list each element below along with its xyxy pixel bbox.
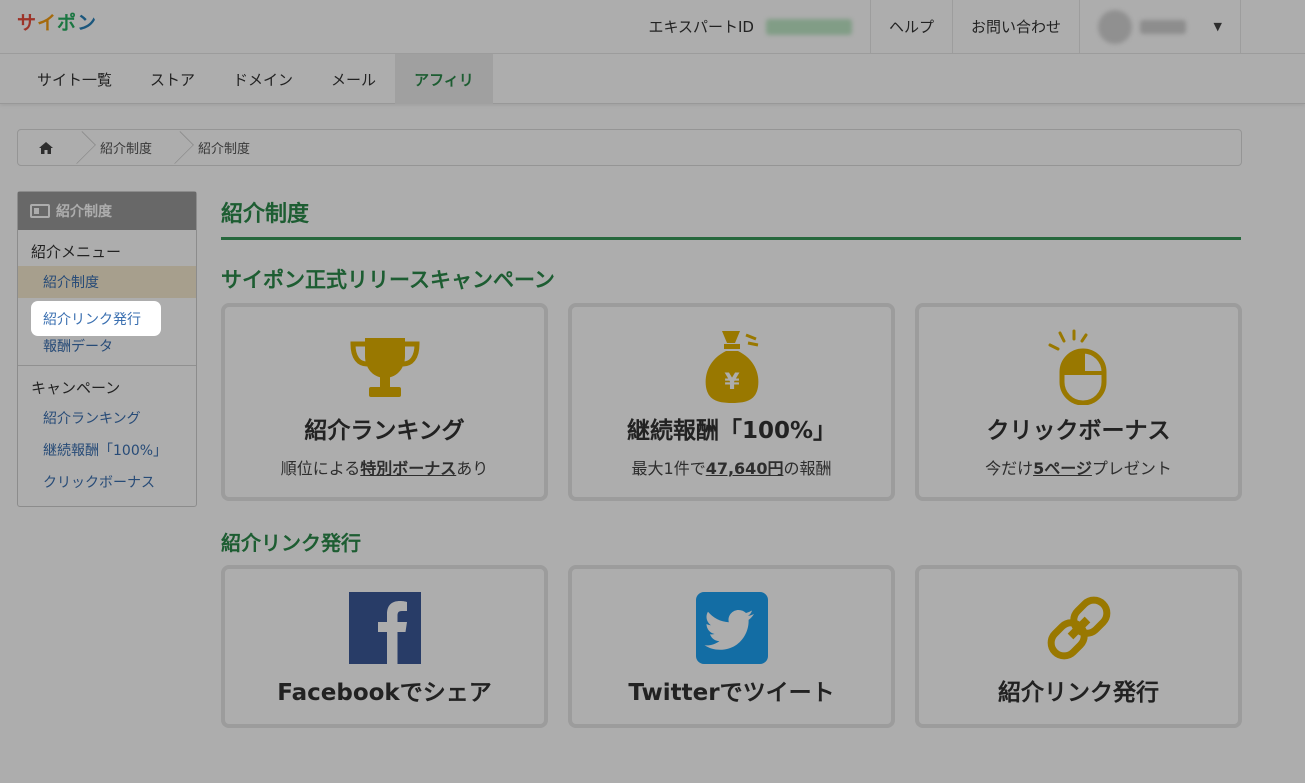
tab-domain[interactable]: ドメイン xyxy=(214,54,312,104)
expert-id-label: エキスパートID xyxy=(648,18,754,36)
title-divider xyxy=(221,237,1241,240)
sidebar-section-title: キャンペーン xyxy=(31,378,121,397)
facebook-share-card[interactable]: Facebookでシェア xyxy=(221,565,548,728)
money-bag-icon: ¥ xyxy=(705,331,758,403)
help-link[interactable]: ヘルプ xyxy=(869,0,952,53)
sidebar: 紹介制度 紹介メニュー 紹介制度 紹介リンク発行 報酬データ キャンペーン 紹介… xyxy=(17,191,197,507)
breadcrumb-separator xyxy=(172,130,184,165)
sidebar-item-recurring[interactable]: 継続報酬「100%」 xyxy=(18,434,196,466)
facebook-icon xyxy=(348,592,421,664)
breadcrumb-label: 紹介制度 xyxy=(198,142,251,157)
card-title: 継続報酬「100%」 xyxy=(626,418,837,444)
sidebar-item-label: 紹介ランキング xyxy=(43,411,141,427)
breadcrumb-label: 紹介制度 xyxy=(100,142,153,157)
card-subtitle: 順位による特別ボーナスあり xyxy=(225,455,544,479)
sidebar-section-title: 紹介メニュー xyxy=(31,242,122,261)
tab-label: ストア xyxy=(150,70,196,89)
breadcrumb-current: 紹介制度 xyxy=(184,130,270,165)
card-subtitle-pre: 最大1件で xyxy=(631,459,706,478)
card-title: Facebookでシェア xyxy=(277,680,492,706)
card-subtitle: 最大1件で47,640円の報酬 xyxy=(572,455,891,479)
contact-label: お問い合わせ xyxy=(970,18,1061,36)
card-subtitle-post: あり xyxy=(456,459,489,478)
logo-char-2: イ xyxy=(37,12,58,34)
help-label: ヘルプ xyxy=(888,18,934,36)
sidebar-item-referral[interactable]: 紹介制度 xyxy=(18,266,196,298)
logo-char-4: ン xyxy=(77,12,98,34)
campaign-section-title: サイポン正式リリースキャンペーン xyxy=(221,268,555,292)
sidebar-item-label: 報酬データ xyxy=(43,339,113,355)
sidebar-item-label: 紹介制度 xyxy=(43,275,99,291)
link-icon xyxy=(1047,596,1110,660)
tab-label: メール xyxy=(331,70,377,89)
card-subtitle-bold: 47,640円 xyxy=(705,459,784,478)
spotlight-referral-link-item[interactable]: 紹介リンク発行 xyxy=(31,301,161,336)
id-card-icon xyxy=(30,204,50,218)
main-nav: サイト一覧 ストア ドメイン メール アフィリ xyxy=(0,54,1305,104)
sidebar-item-label: 継続報酬「100%」 xyxy=(43,443,168,459)
tab-store[interactable]: ストア xyxy=(131,54,214,104)
svg-text:¥: ¥ xyxy=(724,370,740,395)
username xyxy=(1140,19,1186,34)
click-bonus-card[interactable]: クリックボーナス 今だけ5ページプレゼント xyxy=(915,303,1242,501)
card-subtitle-bold: 5ページ xyxy=(1033,459,1092,478)
contact-link[interactable]: お問い合わせ xyxy=(951,0,1079,53)
sidebar-heading-label: 紹介制度 xyxy=(56,204,112,220)
logo[interactable]: サイポン xyxy=(17,8,97,35)
page: サイポン エキスパートID ヘルプ お問い合わせ ▼ サイト一覧 ストア ドメイ… xyxy=(0,0,1305,783)
tab-label: サイト一覧 xyxy=(37,70,113,89)
breadcrumb-item[interactable]: 紹介制度 xyxy=(86,130,172,165)
card-subtitle-pre: 今だけ xyxy=(985,459,1034,478)
referral-link-card[interactable]: 紹介リンク発行 xyxy=(915,565,1242,728)
breadcrumb: 紹介制度 紹介制度 xyxy=(17,129,1242,166)
avatar xyxy=(1098,9,1132,44)
tab-sites[interactable]: サイト一覧 xyxy=(18,54,131,104)
logo-char-3: ポ xyxy=(57,12,78,34)
link-section-title: 紹介リンク発行 xyxy=(221,531,361,555)
sidebar-item-ranking[interactable]: 紹介ランキング xyxy=(18,402,196,434)
trophy-icon xyxy=(349,338,420,397)
spotlight-label: 紹介リンク発行 xyxy=(43,311,141,328)
top-nav: エキスパートID ヘルプ お問い合わせ ▼ xyxy=(630,0,1241,53)
twitter-icon xyxy=(695,592,768,664)
card-subtitle-post: プレゼント xyxy=(1091,459,1172,478)
recurring-reward-card[interactable]: ¥ 継続報酬「100%」 最大1件で47,640円の報酬 xyxy=(568,303,895,501)
mouse-click-icon xyxy=(1048,329,1106,405)
sidebar-heading: 紹介制度 xyxy=(18,192,196,230)
logo-char-1: サ xyxy=(17,12,38,34)
card-subtitle-post: の報酬 xyxy=(783,459,832,478)
expert-id: エキスパートID xyxy=(630,0,870,53)
sidebar-divider xyxy=(18,365,196,366)
sidebar-item-click-bonus[interactable]: クリックボーナス xyxy=(18,466,196,498)
card-title: クリックボーナス xyxy=(986,418,1171,444)
card-subtitle-pre: 順位による xyxy=(280,459,361,478)
tab-label: アフィリ xyxy=(414,70,474,89)
expert-id-value xyxy=(765,18,852,35)
tab-label: ドメイン xyxy=(233,70,294,89)
card-title: 紹介リンク発行 xyxy=(998,680,1159,706)
ranking-card[interactable]: 紹介ランキング 順位による特別ボーナスあり xyxy=(221,303,548,501)
top-header: サイポン エキスパートID ヘルプ お問い合わせ ▼ xyxy=(0,0,1305,54)
tab-mail[interactable]: メール xyxy=(312,54,395,104)
home-icon xyxy=(39,141,53,154)
user-menu[interactable]: ▼ xyxy=(1079,0,1241,53)
tab-affiliate[interactable]: アフィリ xyxy=(395,54,493,104)
caret-down-icon: ▼ xyxy=(1213,20,1222,33)
sidebar-item-label: クリックボーナス xyxy=(43,475,155,491)
card-title: Twitterでツイート xyxy=(628,680,835,706)
twitter-tweet-card[interactable]: Twitterでツイート xyxy=(568,565,895,728)
breadcrumb-separator xyxy=(74,130,86,165)
card-subtitle: 今だけ5ページプレゼント xyxy=(919,455,1238,479)
card-subtitle-bold: 特別ボーナス xyxy=(360,459,457,478)
card-title: 紹介ランキング xyxy=(304,418,465,444)
page-title: 紹介制度 xyxy=(221,202,310,227)
